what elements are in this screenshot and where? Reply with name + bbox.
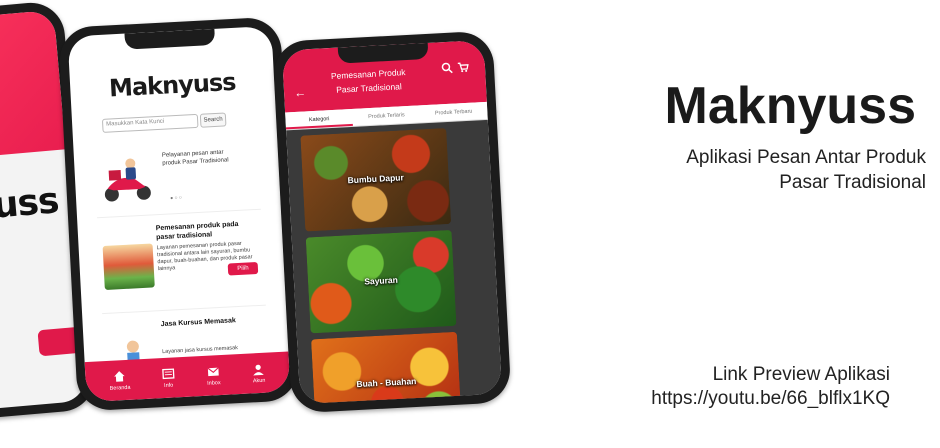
nav-label: Beranda — [109, 384, 131, 392]
nav-account[interactable]: Akun — [251, 362, 266, 385]
preview-link[interactable]: https://youtu.be/66_blflx1KQ — [651, 388, 890, 410]
splash-logo: uss — [0, 180, 61, 227]
search-button[interactable]: Search — [199, 112, 227, 128]
app-title: Maknyuss — [664, 77, 916, 135]
category-label: Sayuran — [364, 274, 399, 287]
back-arrow-icon[interactable]: ← — [294, 85, 307, 100]
link-label: Link Preview Aplikasi — [712, 364, 890, 385]
nav-inbox[interactable]: Inbox — [206, 364, 221, 387]
category-card-bumbu-dapur[interactable]: Bumbu Dapur — [300, 128, 452, 232]
category-label: Bumbu Dapur — [347, 172, 405, 186]
tab-kategori[interactable]: Kategori — [285, 108, 354, 130]
promo-text: Pelayanan pesan antar produk Pasar Tradi… — [161, 149, 229, 167]
mail-icon — [207, 367, 219, 377]
nav-label: Akun — [252, 377, 266, 385]
category-screen: ← Pemesanan Produk Pasar Tradisional Kat… — [281, 39, 503, 405]
home-screen: Maknyuss Masukkan Kata Kunci Search Pela… — [67, 25, 291, 403]
service-card-market[interactable]: Pemesanan produk pada pasar tradisional … — [97, 208, 266, 308]
category-label: Buah - Buahan — [356, 375, 417, 390]
tab-produk-terlaris[interactable]: Produk Terlaris — [352, 105, 420, 126]
app-subtitle: Aplikasi Pesan Antar Produk Pasar Tradis… — [686, 146, 926, 195]
choose-button[interactable]: Pilih — [227, 261, 259, 276]
home-icon — [114, 371, 125, 382]
category-card-sayuran[interactable]: Sayuran — [305, 229, 457, 334]
newspaper-icon — [161, 368, 175, 380]
search-icon[interactable] — [441, 62, 454, 75]
search-input[interactable]: Masukkan Kata Kunci — [101, 113, 199, 133]
subtitle-line1: Aplikasi Pesan Antar Produk — [686, 147, 926, 168]
app-logo: Maknyuss — [108, 67, 237, 103]
header-title: Pemesanan Produk Pasar Tradisional — [313, 65, 424, 98]
nav-home[interactable]: Beranda — [109, 369, 131, 392]
delivery-scooter-illustration — [104, 158, 151, 202]
tab-produk-terbaru[interactable]: Produk Terbaru — [420, 102, 488, 123]
category-list: Bumbu Dapur Sayuran Buah - Buahan — [286, 119, 503, 405]
subtitle-line2: Pasar Tradisional — [779, 171, 926, 193]
phone-mockup-home: Maknyuss Masukkan Kata Kunci Search Pela… — [58, 16, 300, 412]
phone-mockup-category: ← Pemesanan Produk Pasar Tradisional Kat… — [272, 30, 512, 414]
nav-label: Info — [163, 382, 174, 390]
phone-notch — [124, 28, 216, 50]
carousel-dots[interactable]: ● ○ ○ — [170, 195, 182, 202]
splash-pink-banner — [0, 9, 66, 166]
category-card-buah[interactable]: Buah - Buahan — [311, 331, 462, 405]
nav-label: Inbox — [207, 380, 221, 387]
market-stall-image — [102, 243, 155, 290]
card-title: Jasa Kursus Memasak — [160, 317, 236, 329]
cart-icon[interactable] — [457, 61, 470, 74]
user-icon — [253, 364, 265, 376]
nav-info[interactable]: Info — [161, 366, 176, 389]
card-title: Pemesanan produk pada pasar tradisional — [155, 220, 239, 241]
